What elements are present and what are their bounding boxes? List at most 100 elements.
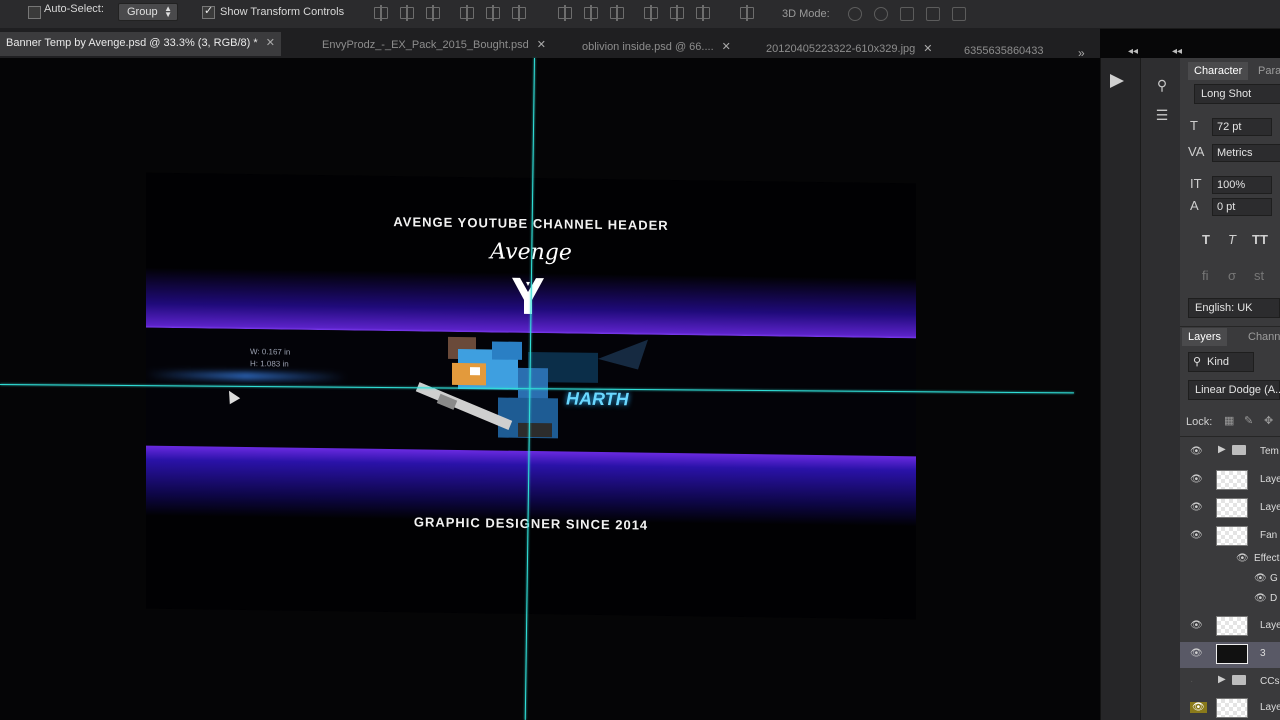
paragraph-tool-icon[interactable]: ☰ (1153, 106, 1171, 124)
tab-paragraph[interactable]: Para (1258, 62, 1280, 80)
eye-icon[interactable]: 👁 (1254, 593, 1267, 604)
3d-slide-icon[interactable] (926, 7, 940, 21)
close-icon[interactable]: ✕ (537, 39, 546, 51)
tab-character[interactable]: Character (1188, 62, 1249, 80)
auto-select-checkbox[interactable] (28, 6, 41, 19)
close-icon[interactable]: ✕ (266, 37, 275, 49)
disclosure-triangle-icon[interactable]: ▶ (1218, 444, 1226, 455)
distribute-right-icon[interactable] (696, 5, 710, 21)
distribute-vcenter-icon[interactable] (584, 5, 598, 21)
layer-name: Tem (1260, 446, 1279, 457)
lock-transparent-icon[interactable]: ▦ (1224, 414, 1234, 427)
distribute-left-icon[interactable] (644, 5, 658, 21)
layer-effects-row[interactable]: 👁 Effect (1180, 550, 1280, 570)
layer-filter-select[interactable]: ⚲ Kind (1188, 352, 1254, 372)
all-caps-button[interactable]: TT (1252, 232, 1268, 247)
folder-icon (1232, 445, 1246, 455)
layer-row[interactable]: 👁 Laye (1180, 696, 1280, 720)
kerning-field[interactable]: Metrics (1212, 144, 1280, 162)
blend-mode-select[interactable]: Linear Dodge (A... (1188, 380, 1280, 400)
expand-panels-icon[interactable]: ◂◂ (1172, 46, 1182, 57)
tab-oblivion[interactable]: oblivion inside.psd @ 66.... ✕ (582, 36, 731, 60)
layer-row[interactable]: 👁 Laye (1180, 496, 1280, 522)
layer-row[interactable]: 👁 Fan (1180, 524, 1280, 550)
layer-row[interactable]: · ▶ CCs (1180, 670, 1280, 696)
distribute-top-icon[interactable] (558, 5, 572, 21)
avenge-emblem-icon (512, 277, 544, 315)
3d-pan-icon[interactable] (900, 7, 914, 21)
align-left-icon[interactable] (460, 5, 474, 21)
auto-align-icon[interactable] (740, 5, 754, 21)
align-top-icon[interactable] (374, 5, 388, 21)
show-transform-checkbox[interactable]: ✓ (202, 5, 215, 19)
vertical-scale-field[interactable]: 100% (1212, 176, 1272, 194)
checkmark-icon: ✓ (204, 5, 214, 17)
eye-icon[interactable]: 👁 (1190, 702, 1207, 713)
group-select[interactable]: Group ▲ ▼ (118, 3, 178, 21)
collapsed-panel-dock: ⚲ ☰ (1140, 58, 1181, 720)
tab-channels[interactable]: Channels (1248, 328, 1280, 346)
layer-row[interactable]: 👁 Laye (1180, 614, 1280, 640)
layer-name: G (1270, 573, 1278, 584)
eye-icon[interactable]: 👁 (1190, 446, 1203, 457)
language-select[interactable]: English: UK (1188, 298, 1280, 318)
tab-envyprodz[interactable]: EnvyProdz_-_EX_Pack_2015_Bought.psd ✕ (322, 34, 546, 58)
close-icon[interactable]: ✕ (923, 43, 932, 55)
3d-roll-icon[interactable] (874, 7, 888, 21)
font-size-field[interactable]: 72 pt (1212, 118, 1272, 136)
layer-name: D (1270, 593, 1278, 604)
layer-name: Laye (1260, 702, 1280, 713)
3d-scale-icon[interactable] (952, 7, 966, 21)
layer-thumbnail (1216, 526, 1248, 546)
eye-icon[interactable]: 👁 (1190, 648, 1203, 659)
baseline-shift-icon: A (1190, 198, 1199, 213)
eye-icon[interactable]: 👁 (1190, 530, 1203, 541)
filter-kind-label: Kind (1207, 356, 1230, 368)
kerning-icon: VA (1188, 144, 1205, 159)
eye-icon[interactable]: 👁 (1190, 620, 1203, 631)
lock-image-icon[interactable]: ✎ (1244, 414, 1253, 427)
document-tab-bar: Banner Temp by Avenge.psd @ 33.3% (3, RG… (0, 28, 1100, 60)
layer-effect-row[interactable]: 👁 D (1180, 590, 1280, 610)
measurement-readout: W: 0.167 in H: 1.083 in (250, 346, 290, 371)
baseline-shift-field[interactable]: 0 pt (1212, 198, 1272, 216)
ligature-button[interactable]: fi (1202, 268, 1209, 283)
layer-name: CCs (1260, 676, 1280, 687)
eye-icon[interactable]: 👁 (1190, 474, 1203, 485)
collapse-panels-icon[interactable]: ◂◂ (1128, 46, 1138, 57)
eye-icon[interactable]: 👁 (1236, 553, 1249, 564)
tab-banner-temp[interactable]: Banner Temp by Avenge.psd @ 33.3% (3, RG… (0, 32, 281, 56)
discretionary-ligature-button[interactable]: st (1254, 268, 1264, 283)
eye-hidden-icon[interactable]: · (1190, 676, 1193, 687)
disclosure-triangle-icon[interactable]: ▶ (1218, 674, 1226, 685)
layer-effect-row[interactable]: 👁 G (1180, 570, 1280, 590)
3d-rotate-icon[interactable] (848, 7, 862, 21)
old-style-button[interactable]: σ (1228, 268, 1236, 283)
options-bar: Auto-Select: Group ▲ ▼ ✓ Show Transform C… (0, 0, 1280, 29)
layer-thumbnail (1216, 498, 1248, 518)
eye-icon[interactable]: 👁 (1190, 502, 1203, 513)
layer-thumbnail (1216, 616, 1248, 636)
layer-row[interactable]: 👁 ▶ Tem (1180, 440, 1280, 466)
layer-row[interactable]: 👁 Laye (1180, 468, 1280, 494)
align-vcenter-icon[interactable] (400, 5, 414, 21)
close-icon[interactable]: ✕ (722, 41, 731, 53)
play-action-icon[interactable] (1110, 74, 1124, 88)
character-tool-icon[interactable]: ⚲ (1153, 76, 1171, 94)
group-select-value: Group (127, 6, 158, 18)
tab-layers[interactable]: Layers (1182, 328, 1228, 346)
align-hcenter-icon[interactable] (486, 5, 500, 21)
eye-icon[interactable]: 👁 (1254, 573, 1267, 584)
font-family-field[interactable]: Long Shot (1194, 84, 1280, 104)
art-overlay-text: HARTH (566, 388, 629, 410)
distribute-bottom-icon[interactable] (610, 5, 624, 21)
faux-italic-button[interactable]: T (1228, 232, 1236, 247)
distribute-hcenter-icon[interactable] (670, 5, 684, 21)
faux-bold-button[interactable]: T (1202, 232, 1210, 247)
lock-position-icon[interactable]: ✥ (1264, 414, 1273, 427)
layer-row-selected[interactable]: 👁 3 (1180, 642, 1280, 668)
align-right-icon[interactable] (512, 5, 526, 21)
align-bottom-icon[interactable] (426, 5, 440, 21)
search-icon: ⚲ (1193, 356, 1202, 368)
smart-object-thumbnail (1216, 644, 1248, 664)
